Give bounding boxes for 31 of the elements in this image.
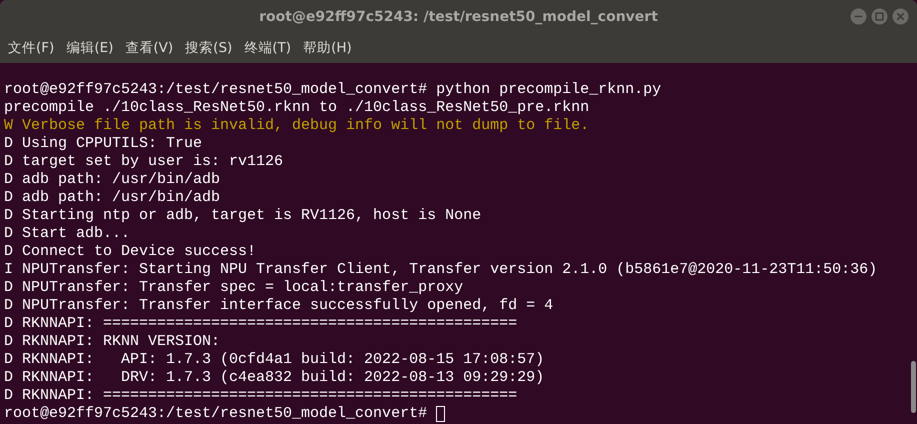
output-line: D adb path: /usr/bin/adb <box>4 171 220 189</box>
output-line: D Start adb... <box>4 225 130 243</box>
menu-item[interactable]: 帮助(H) <box>299 37 356 59</box>
output-line: D NPUTransfer: Transfer interface successfully opened, fd = 4 <box>4 297 554 315</box>
output-line: D RKNNAPI: ============================================== <box>4 387 518 405</box>
output-line: precompile ./10class_ResNet50.rknn to ./10class_ResNet50_pre.rknn <box>4 99 590 117</box>
output-line: D Using CPPUTILS: True <box>4 135 202 153</box>
output-line: D adb path: /usr/bin/adb <box>4 189 220 207</box>
cursor-icon <box>436 406 446 422</box>
menu-item[interactable]: 文件(F) <box>4 37 58 59</box>
scrollbar-thumb[interactable] <box>911 361 916 413</box>
prompt-line: root@e92ff97c5243:/test/resnet50_model_convert# <box>4 405 428 423</box>
menu-item[interactable]: 终端(T) <box>240 37 296 59</box>
window-title: root@e92ff97c5243: /test/resnet50_model_convert <box>259 8 658 24</box>
output-line: D Starting ntp or adb, target is RV1126, host is None <box>4 207 482 225</box>
output-line: D RKNNAPI: API: 1.7.3 (0cfd4a1 build: 2022-08-15 17:08:57) <box>4 351 544 369</box>
minimize-icon[interactable] <box>850 8 867 25</box>
output-line: root@e92ff97c5243:/test/resnet50_model_convert# python precompile_rknn.py <box>4 81 662 99</box>
menu-item[interactable]: 查看(V) <box>121 37 178 59</box>
menu-item[interactable]: 编辑(E) <box>62 37 118 59</box>
output-line: I NPUTransfer: Starting NPU Transfer Client, Transfer version 2.1.0 (b5861e7@2020-11-23T11:50:36) <box>4 261 878 279</box>
close-icon[interactable] <box>892 8 909 25</box>
output-line: D RKNNAPI: RKNN VERSION: <box>4 333 220 351</box>
menu-item[interactable]: 搜索(S) <box>181 37 236 59</box>
output-line: D NPUTransfer: Transfer spec = local:transfer_proxy <box>4 279 464 297</box>
output-line: D Connect to Device success! <box>4 243 256 261</box>
output-line: D RKNNAPI: DRV: 1.7.3 (c4ea832 build: 2022-08-13 09:29:29) <box>4 369 544 387</box>
maximize-icon[interactable] <box>871 8 888 25</box>
warning-line: W Verbose file path is invalid, debug info will not dump to file. <box>4 117 590 135</box>
output-line: D target set by user is: rv1126 <box>4 153 284 171</box>
output-line: D RKNNAPI: ============================================== <box>4 315 518 333</box>
